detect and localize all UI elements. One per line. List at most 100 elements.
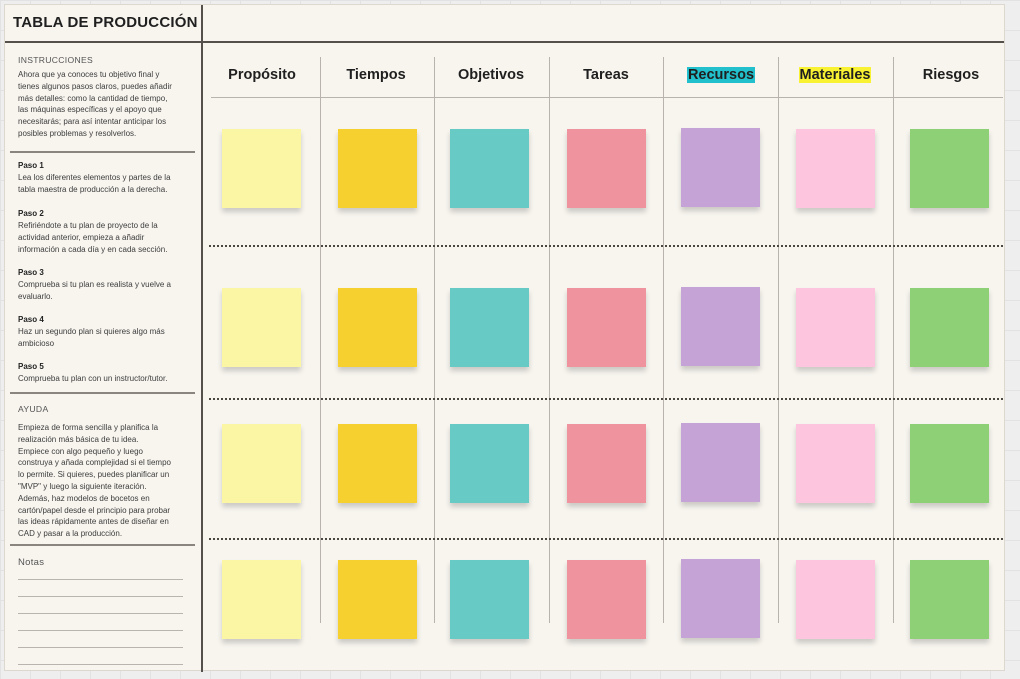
row-separator	[209, 538, 1003, 540]
step-line: evaluarlo.	[18, 291, 53, 301]
step-line: información a cada día y en cada sección…	[18, 244, 168, 254]
sticky-note[interactable]	[681, 287, 760, 366]
column-header-label: Objetivos	[457, 67, 525, 83]
sticky-note[interactable]	[910, 424, 989, 503]
step-3-text: Comprueba si tu plan es realista y vuelv…	[18, 279, 188, 303]
sticky-note[interactable]	[796, 560, 875, 639]
column-header-propsito: Propósito	[212, 67, 312, 83]
row-separator	[209, 398, 1003, 400]
sticky-note[interactable]	[222, 560, 301, 639]
note-line[interactable]	[18, 664, 183, 665]
page-title: TABLA DE PRODUCCIÓN	[13, 14, 198, 31]
notes-heading: Notas	[18, 557, 45, 568]
instructions-line: necesitarás; para así intentar anticipar…	[18, 117, 167, 127]
sidebar-divider	[201, 5, 203, 672]
help-line: "MVP" y luego la siguiente iteración.	[18, 481, 147, 491]
section-divider	[10, 392, 195, 394]
help-line: construya y añada complejidad si el tiem…	[18, 458, 171, 468]
sticky-note[interactable]	[222, 129, 301, 208]
instructions-line: posibles problemas y resolverlos.	[18, 128, 137, 138]
column-header-label: Propósito	[228, 67, 296, 83]
header-strip	[201, 5, 1004, 43]
sticky-note[interactable]	[222, 424, 301, 503]
sticky-note[interactable]	[567, 424, 646, 503]
sticky-note[interactable]	[338, 560, 417, 639]
sticky-note[interactable]	[338, 129, 417, 208]
step-line: Lea los diferentes elementos y partes de…	[18, 173, 171, 182]
step-line: actividad anterior, empieza a añadir	[18, 232, 145, 242]
step-4-title: Paso 4	[18, 315, 44, 324]
sticky-note[interactable]	[796, 424, 875, 503]
sticky-note[interactable]	[796, 129, 875, 208]
sticky-note[interactable]	[910, 129, 989, 208]
column-header-objetivos: Objetivos	[441, 67, 541, 83]
instructions-line: Ahora que ya conoces tu objetivo final y	[18, 70, 160, 79]
instructions-line: las máquinas específicas y el apoyo que	[18, 105, 162, 115]
sticky-note[interactable]	[681, 559, 760, 638]
help-text: Empieza de forma sencilla y planifica la…	[18, 422, 188, 540]
header-rule	[211, 97, 1003, 98]
step-2-text: Refiriéndote a tu plan de proyecto de la…	[18, 220, 188, 255]
instructions-line: tienes algunos pasos claros, puedes añad…	[18, 81, 172, 91]
sticky-note[interactable]	[567, 129, 646, 208]
column-header-recursos: Recursos	[671, 67, 771, 83]
note-line[interactable]	[18, 613, 183, 614]
help-line: realización más básica de tu idea.	[18, 434, 139, 444]
sticky-note[interactable]	[450, 424, 529, 503]
note-line[interactable]	[18, 596, 183, 597]
title-box: TABLA DE PRODUCCIÓN	[5, 5, 201, 43]
column-header-riesgos: Riesgos	[901, 67, 1001, 83]
help-line: lo permite. Si quieres, puedes planifica…	[18, 470, 170, 480]
sticky-note[interactable]	[681, 423, 760, 502]
note-line[interactable]	[18, 647, 183, 648]
sticky-note[interactable]	[450, 288, 529, 367]
sidebar: INSTRUCCIONES Ahora que ya conoces tu ob…	[5, 43, 201, 670]
section-divider	[10, 151, 195, 153]
instructions-line: más detalles: como la cantidad de tiempo…	[18, 93, 168, 103]
sticky-note[interactable]	[910, 288, 989, 367]
sticky-note[interactable]	[450, 560, 529, 639]
sticky-note[interactable]	[338, 424, 417, 503]
instructions-text: Ahora que ya conoces tu objetivo final y…	[18, 69, 188, 140]
help-line: cartón/papel desde el principio para pro…	[18, 505, 171, 515]
sticky-note[interactable]	[222, 288, 301, 367]
sticky-note[interactable]	[681, 128, 760, 207]
sticky-note[interactable]	[450, 129, 529, 208]
step-line: Comprueba si tu plan es realista y vuelv…	[18, 280, 171, 289]
note-line[interactable]	[18, 579, 183, 580]
column-header-label: Materiales	[798, 67, 872, 83]
sticky-note[interactable]	[567, 288, 646, 367]
step-line: Haz un segundo plan si quieres algo más	[18, 327, 165, 336]
sticky-note[interactable]	[796, 288, 875, 367]
note-line[interactable]	[18, 630, 183, 631]
help-line: Además, haz modelos de bocetos en	[18, 493, 150, 503]
step-5-text: Comprueba tu plan con un instructor/tuto…	[18, 373, 188, 385]
instructions-heading: INSTRUCCIONES	[18, 55, 94, 65]
step-line: ambicioso	[18, 338, 55, 348]
production-board: TABLA DE PRODUCCIÓN INSTRUCCIONES Ahora …	[4, 4, 1005, 672]
step-5-title: Paso 5	[18, 362, 44, 371]
step-line: Comprueba tu plan con un instructor/tuto…	[18, 374, 168, 383]
step-line: tabla maestra de producción a la derecha…	[18, 184, 168, 194]
step-line: Refiriéndote a tu plan de proyecto de la	[18, 221, 158, 230]
column-header-label: Riesgos	[922, 67, 980, 83]
step-1-text: Lea los diferentes elementos y partes de…	[18, 172, 188, 196]
sticky-note[interactable]	[567, 560, 646, 639]
step-4-text: Haz un segundo plan si quieres algo más …	[18, 326, 188, 350]
column-header-label: Tareas	[583, 67, 629, 83]
column-header-tiempos: Tiempos	[326, 67, 426, 83]
column-header-label: Tiempos	[346, 67, 406, 83]
column-header-materiales: Materiales	[785, 67, 885, 83]
help-line: las ideas rápidamente antes de diseñar e…	[18, 517, 169, 527]
step-1-title: Paso 1	[18, 161, 44, 170]
sticky-note[interactable]	[338, 288, 417, 367]
help-line: Empiece con algo pequeño y luego	[18, 446, 143, 456]
row-separator	[209, 245, 1003, 247]
section-divider	[10, 544, 195, 546]
column-header-label: Recursos	[686, 67, 756, 83]
step-2-title: Paso 2	[18, 209, 44, 218]
help-heading: AYUDA	[18, 404, 49, 414]
sticky-note[interactable]	[910, 560, 989, 639]
step-3-title: Paso 3	[18, 268, 44, 277]
help-line: CAD y pasar a la producción.	[18, 529, 123, 539]
